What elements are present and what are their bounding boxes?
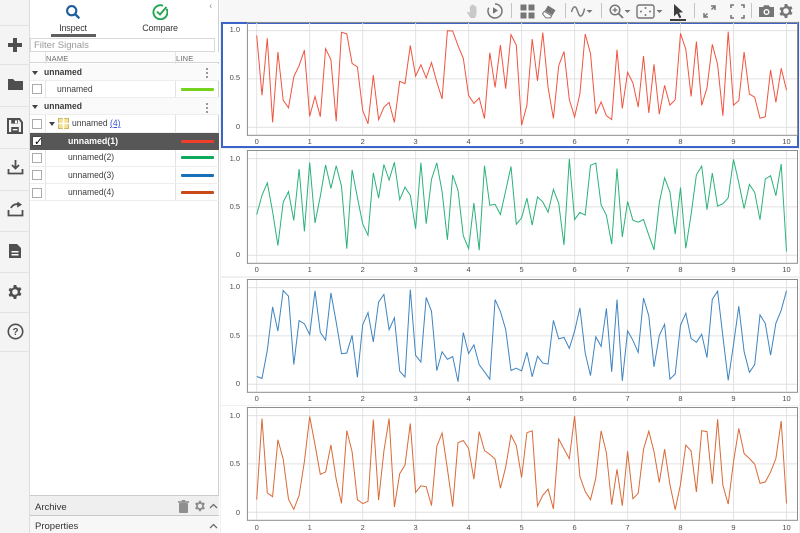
svg-text:?: ? (12, 327, 18, 338)
